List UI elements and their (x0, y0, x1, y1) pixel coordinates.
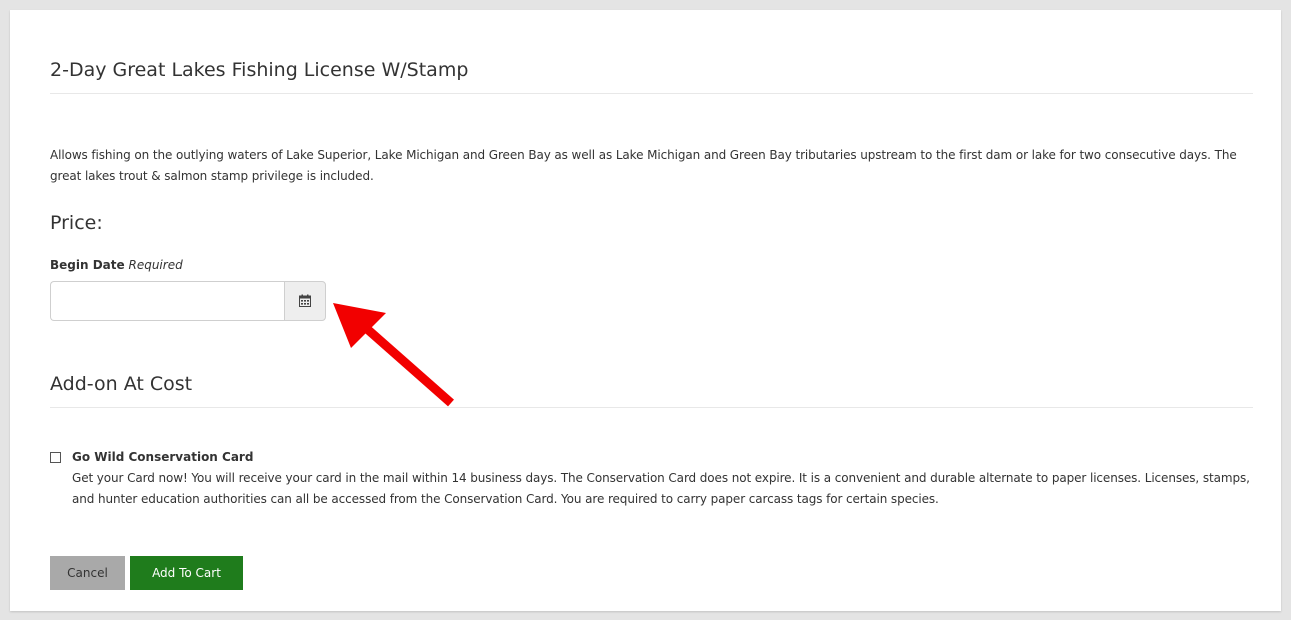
price-label: Price: (50, 212, 103, 234)
action-buttons: Cancel Add To Cart (50, 556, 243, 590)
calendar-icon (299, 292, 311, 311)
cancel-button[interactable]: Cancel (50, 556, 125, 590)
addon-section-title: Add-on At Cost (50, 373, 193, 395)
addon-description: Get your Card now! You will receive your… (72, 471, 1250, 506)
title-divider (50, 93, 1253, 94)
addon-divider (50, 407, 1253, 408)
addon-checkbox[interactable] (50, 452, 61, 463)
add-to-cart-button[interactable]: Add To Cart (130, 556, 243, 590)
begin-date-group (50, 281, 326, 321)
begin-date-label-text: Begin Date (50, 258, 125, 272)
addon-name: Go Wild Conservation Card (72, 450, 254, 464)
license-card: 2-Day Great Lakes Fishing License W/Stam… (10, 10, 1281, 611)
annotation-arrow (326, 303, 496, 417)
product-description: Allows fishing on the outlying waters of… (50, 148, 1237, 183)
calendar-button[interactable] (284, 281, 326, 321)
begin-date-input[interactable] (50, 281, 284, 321)
required-indicator: Required (128, 258, 183, 272)
page-title: 2-Day Great Lakes Fishing License W/Stam… (50, 59, 469, 81)
begin-date-label: Begin Date Required (50, 257, 183, 273)
